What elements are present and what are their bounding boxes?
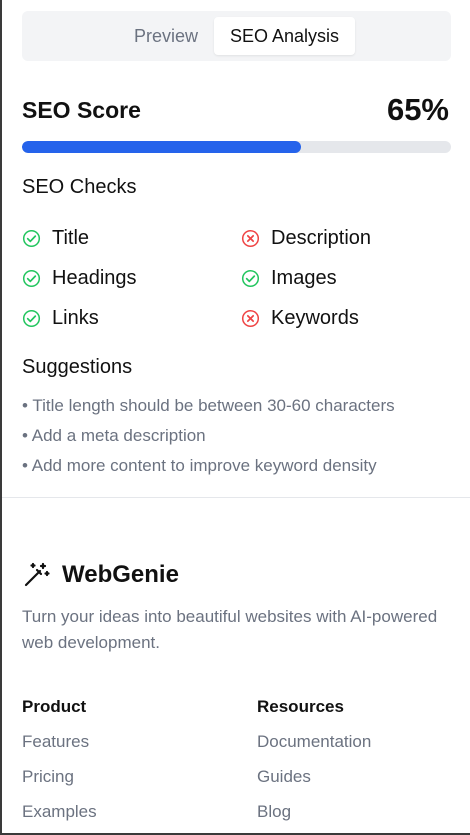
check-label: Description <box>271 226 372 249</box>
suggestion-item: • Add more content to improve keyword de… <box>22 456 377 475</box>
tab-seo-analysis[interactable]: SEO Analysis <box>214 17 355 55</box>
suggestion-text: Add a meta description <box>31 426 206 445</box>
footer-link-examples[interactable]: Examples <box>22 801 97 835</box>
check-item-keywords: Keywords <box>241 304 359 332</box>
x-circle-icon <box>241 309 271 328</box>
tab-preview[interactable]: Preview <box>118 17 214 55</box>
suggestions-title: Suggestions <box>22 356 133 378</box>
suggestions-list: • Title length should be between 30-60 c… <box>22 394 395 484</box>
suggestion-item: • Add a meta description <box>22 426 206 445</box>
seo-score-value: 65% <box>386 92 449 127</box>
x-circle-icon <box>241 229 271 248</box>
suggestion-text: Title length should be between 30-60 cha… <box>32 396 395 415</box>
footer-column-product: Product Features Pricing Examples <box>22 696 97 835</box>
seo-score-label: SEO Score <box>22 97 141 123</box>
seo-score-progress-fill <box>22 141 301 153</box>
check-item-title: Title <box>22 224 89 252</box>
view-tabs: Preview SEO Analysis <box>22 11 451 61</box>
seo-score-progress <box>22 141 451 153</box>
suggestion-item: • Title length should be between 30-60 c… <box>22 396 395 415</box>
check-circle-icon <box>241 269 271 288</box>
footer-column-title: Resources <box>257 697 344 716</box>
footer-link-features[interactable]: Features <box>22 731 97 766</box>
footer-column-resources: Resources Documentation Guides Blog <box>257 696 371 835</box>
footer-link-blog[interactable]: Blog <box>257 801 371 835</box>
check-label: Title <box>52 226 90 249</box>
check-item-description: Description <box>241 224 371 252</box>
section-divider <box>2 497 470 498</box>
check-circle-icon <box>22 309 52 328</box>
check-circle-icon <box>22 229 52 248</box>
brand-tagline: Turn your ideas into beautiful websites … <box>22 607 438 652</box>
magic-wand-icon <box>24 562 50 587</box>
check-label: Images <box>271 266 337 289</box>
footer-column-title: Product <box>22 697 87 716</box>
footer-link-documentation[interactable]: Documentation <box>257 731 371 766</box>
check-label: Links <box>52 306 99 329</box>
check-label: Keywords <box>271 306 359 329</box>
seo-checks-title: SEO Checks <box>22 176 137 198</box>
check-item-headings: Headings <box>22 264 137 292</box>
check-label: Headings <box>52 266 137 289</box>
suggestion-text: Add more content to improve keyword dens… <box>31 456 377 475</box>
check-item-images: Images <box>241 264 337 292</box>
footer-link-pricing[interactable]: Pricing <box>22 766 97 801</box>
footer-brand[interactable]: WebGenie <box>22 561 179 589</box>
footer-link-guides[interactable]: Guides <box>257 766 371 801</box>
brand-name: WebGenie <box>62 561 179 588</box>
check-circle-icon <box>22 269 52 288</box>
check-item-links: Links <box>22 304 99 332</box>
window-border-left <box>0 0 2 835</box>
